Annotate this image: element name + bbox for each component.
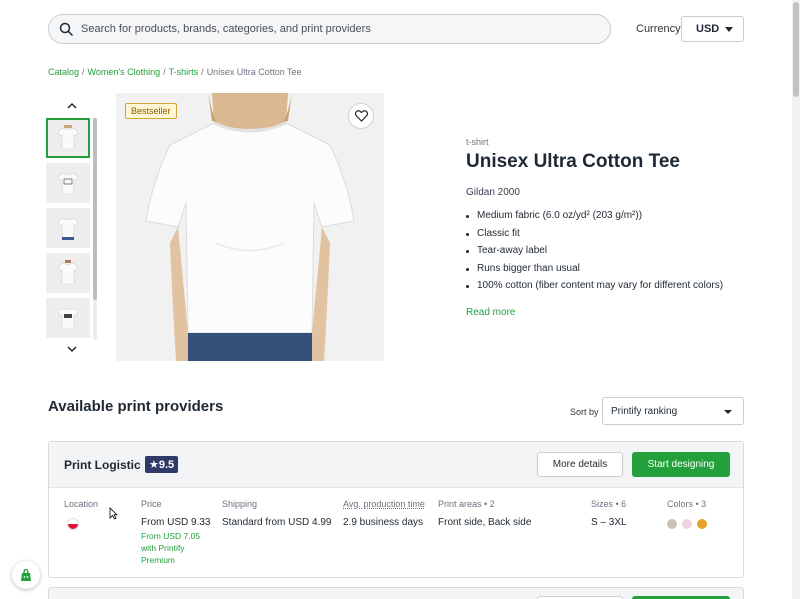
heart-icon: [354, 110, 368, 122]
sizes-label: Sizes • 6: [591, 499, 627, 509]
production-time-value: 2.9 business days: [343, 517, 424, 528]
production-time-label[interactable]: Avg. production time: [343, 499, 425, 509]
feature-item: Medium fabric (6.0 oz/yd² (203 g/m²)): [466, 210, 723, 228]
provider-rating-value: 9.5: [158, 459, 175, 471]
product-category: t-shirt: [466, 137, 489, 147]
bag-icon: [21, 568, 31, 581]
chevron-down-icon: [724, 410, 732, 414]
breadcrumb-link-t-shirts[interactable]: T-shirts: [169, 67, 199, 77]
provider-card-next: [48, 587, 744, 599]
tshirt-photo: [116, 93, 384, 361]
chevron-up-icon[interactable]: [66, 101, 78, 111]
price-label: Price: [141, 499, 162, 509]
tshirt-icon: [57, 307, 79, 330]
thumbnail-list: [46, 118, 91, 343]
breadcrumb-link-womens-clothing[interactable]: Women's Clothing: [88, 67, 161, 77]
tshirt-icon: [57, 125, 79, 150]
page-scrollbar-thumb[interactable]: [793, 2, 799, 97]
product-model: Gildan 2000: [466, 187, 520, 198]
feature-item: Tear-away label: [466, 245, 723, 263]
chevron-down-icon: [725, 27, 733, 32]
currency-label: Currency: [636, 23, 681, 35]
tshirt-icon: [57, 217, 79, 240]
sort-select[interactable]: Printify ranking: [602, 397, 744, 425]
breadcrumb: Catalog / Women's Clothing / T-shirts / Unisex…: [48, 67, 302, 77]
location-label: Location: [64, 499, 99, 509]
tshirt-icon: [57, 260, 79, 285]
thumbnail-model-print[interactable]: [46, 298, 90, 338]
breadcrumb-current: Unisex Ultra Cotton Tee: [206, 67, 302, 77]
thumbnail-scrollbar[interactable]: [93, 118, 97, 300]
print-areas-label: Print areas • 2: [438, 499, 495, 509]
search-input[interactable]: [81, 23, 581, 35]
currency-select[interactable]: USD: [681, 16, 744, 42]
product-title: Unisex Ultra Cotton Tee: [466, 151, 680, 172]
provider-card-header: Print Logistic ★9.5 More details Start d…: [49, 442, 743, 488]
thumbnail-back-print[interactable]: [46, 163, 90, 203]
provider-rating-badge: ★9.5: [145, 456, 179, 473]
provider-card: Print Logistic ★9.5 More details Start d…: [48, 441, 744, 578]
feature-item: Runs bigger than usual: [466, 263, 723, 281]
thumbnail-front[interactable]: [46, 118, 90, 158]
print-areas-value: Front side, Back side: [438, 517, 532, 528]
thumbnail-side[interactable]: [46, 208, 90, 248]
search-bar[interactable]: [48, 14, 611, 44]
more-details-button[interactable]: More details: [537, 452, 623, 477]
favorite-button[interactable]: [348, 103, 374, 129]
chevron-down-icon[interactable]: [66, 344, 78, 354]
currency-value: USD: [696, 23, 720, 35]
provider-name[interactable]: Print Logistic: [64, 458, 141, 472]
feature-item: Classic fit: [466, 228, 723, 246]
sizes-value: S – 3XL: [591, 517, 627, 528]
providers-heading: Available print providers: [48, 398, 224, 415]
mouse-cursor-icon: [109, 507, 118, 520]
shipping-label: Shipping: [222, 499, 258, 509]
help-widget-button[interactable]: [12, 561, 40, 589]
start-designing-button[interactable]: Start designing: [632, 452, 730, 477]
sort-label: Sort by: [570, 407, 599, 417]
feature-item: 100% cotton (fiber content may vary for …: [466, 280, 723, 298]
search-icon: [59, 22, 73, 36]
poland-flag-icon: [67, 518, 79, 530]
bestseller-badge: Bestseller: [125, 103, 177, 119]
product-image[interactable]: Bestseller: [116, 93, 384, 361]
price-value: From USD 9.33: [141, 517, 211, 528]
star-icon: ★: [149, 459, 159, 471]
tshirt-icon: [57, 172, 79, 195]
color-swatch[interactable]: [667, 519, 677, 529]
breadcrumb-link-catalog[interactable]: Catalog: [48, 67, 79, 77]
page-scrollbar[interactable]: [792, 0, 800, 599]
color-swatch[interactable]: [682, 519, 692, 529]
read-more-link[interactable]: Read more: [466, 307, 515, 318]
sort-value: Printify ranking: [611, 405, 678, 417]
shipping-value: Standard from USD 4.99: [222, 517, 332, 528]
thumbnail-model[interactable]: [46, 253, 90, 293]
color-swatch[interactable]: [697, 519, 707, 529]
feature-list: Medium fabric (6.0 oz/yd² (203 g/m²)) Cl…: [466, 210, 723, 298]
colors-label: Colors • 3: [667, 499, 707, 509]
premium-price-note[interactable]: From USD 7.05 with Printify Premium: [141, 530, 211, 566]
